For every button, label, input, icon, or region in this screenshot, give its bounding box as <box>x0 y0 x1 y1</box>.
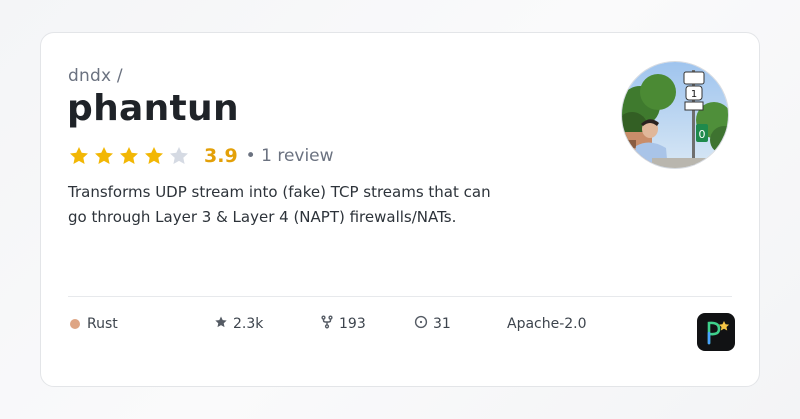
rating-row: 3.9 • 1 review <box>68 143 334 169</box>
stat-issues[interactable]: 31 <box>414 314 451 334</box>
repo-card[interactable]: dndx / phantun 3.9 • 1 review Transforms… <box>40 32 760 387</box>
rating-value: 3.9 <box>204 145 238 167</box>
repo-description: Transforms UDP stream into (fake) TCP st… <box>68 183 491 226</box>
svg-text:1: 1 <box>691 89 697 100</box>
rating-stars <box>68 145 190 167</box>
star-filled-icon <box>70 147 88 165</box>
stat-license: Apache-2.0 <box>507 314 587 334</box>
svg-text:0: 0 <box>699 128 706 141</box>
star-icon <box>214 315 228 333</box>
language-color-dot <box>70 319 80 329</box>
star-filled-icon <box>95 147 113 165</box>
fork-icon <box>320 315 334 333</box>
language-label: Rust <box>87 316 118 332</box>
card-divider <box>68 296 732 297</box>
star-filled-icon <box>145 147 163 165</box>
stat-forks[interactable]: 193 <box>320 314 366 334</box>
star-empty-icon <box>170 147 188 165</box>
avatar-photo: 1 0 <box>622 62 728 168</box>
repo-owner[interactable]: dndx / <box>68 66 123 86</box>
stars-count: 2.3k <box>233 316 264 332</box>
stat-stars[interactable]: 2.3k <box>214 314 263 334</box>
license-label: Apache-2.0 <box>507 316 587 332</box>
issues-count: 31 <box>433 316 451 332</box>
owner-avatar[interactable]: 1 0 <box>621 61 729 169</box>
star-filled-icon <box>120 147 138 165</box>
stat-language: Rust <box>70 314 118 334</box>
forks-count: 193 <box>339 316 366 332</box>
app-logo-icon[interactable] <box>697 313 735 351</box>
issue-icon <box>414 315 428 333</box>
repo-name[interactable]: phantun <box>67 88 239 129</box>
review-count[interactable]: • 1 review <box>246 146 334 166</box>
